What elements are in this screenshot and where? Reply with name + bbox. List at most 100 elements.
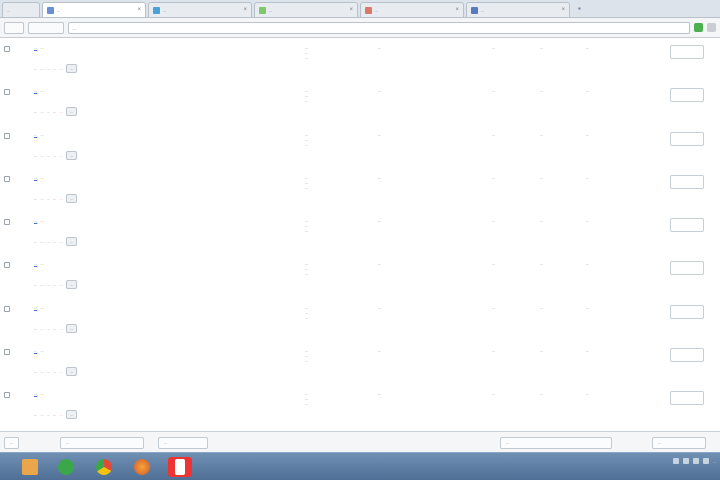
post-title-link[interactable]: ... <box>34 45 37 50</box>
browser-tab[interactable]: ... <box>2 2 40 17</box>
spam-button[interactable]: ... <box>65 150 78 160</box>
spam-button[interactable]: ... <box>65 367 78 377</box>
new-tab-icon[interactable]: ▪ <box>578 4 588 14</box>
volume-icon[interactable] <box>702 458 709 464</box>
view-link[interactable]: ... <box>40 153 43 158</box>
history-link[interactable]: ... <box>53 282 56 287</box>
post-title-link[interactable]: ... <box>34 261 37 266</box>
close-icon[interactable]: × <box>137 7 141 13</box>
spam-button[interactable]: ... <box>65 237 78 247</box>
edit-link[interactable]: ... <box>34 153 37 158</box>
row-input[interactable] <box>670 391 704 406</box>
row-input[interactable] <box>670 45 704 59</box>
spam-button[interactable]: ... <box>65 107 78 117</box>
post-title-link[interactable]: ... <box>34 175 37 180</box>
edit-link[interactable]: ... <box>34 66 37 71</box>
spam-button[interactable]: ... <box>65 193 78 203</box>
delete-link[interactable]: ... <box>59 239 62 244</box>
extension-icon[interactable] <box>694 23 703 32</box>
close-icon[interactable]: × <box>455 7 459 13</box>
row-checkbox[interactable] <box>4 132 10 139</box>
approve-link[interactable]: ... <box>47 412 50 417</box>
tray-icon[interactable] <box>682 458 689 464</box>
post-title-link[interactable]: ... <box>34 305 37 310</box>
post-title-link[interactable]: ... <box>34 218 37 223</box>
row-checkbox[interactable] <box>4 349 10 356</box>
spam-button[interactable]: ... <box>65 323 78 333</box>
chrome-icon[interactable] <box>92 457 116 477</box>
delete-link[interactable]: ... <box>59 109 62 114</box>
tray-icon[interactable] <box>672 458 679 464</box>
row-checkbox[interactable] <box>4 305 10 312</box>
view-link[interactable]: ... <box>40 196 43 201</box>
delete-link[interactable]: ... <box>59 326 62 331</box>
windows-explorer-icon[interactable] <box>18 457 42 477</box>
edit-link[interactable]: ... <box>34 369 37 374</box>
edit-link[interactable]: ... <box>34 326 37 331</box>
history-link[interactable]: ... <box>53 109 56 114</box>
approve-link[interactable]: ... <box>47 369 50 374</box>
approve-link[interactable]: ... <box>47 196 50 201</box>
row-checkbox[interactable] <box>4 89 10 96</box>
select-all-button[interactable]: ... <box>4 437 20 449</box>
history-link[interactable]: ... <box>53 239 56 244</box>
approve-link[interactable]: ... <box>47 66 50 71</box>
post-title-link[interactable]: ... <box>34 391 37 396</box>
approve-link[interactable]: ... <box>47 109 50 114</box>
row-checkbox[interactable] <box>4 219 10 226</box>
filter-button[interactable]: ... <box>500 437 612 449</box>
browser-tab[interactable]: ... × <box>148 2 252 17</box>
approve-link[interactable]: ... <box>47 239 50 244</box>
edit-link[interactable]: ... <box>34 196 37 201</box>
forward-button[interactable] <box>28 21 64 34</box>
network-icon[interactable] <box>692 458 699 464</box>
row-checkbox[interactable] <box>4 262 10 269</box>
view-link[interactable]: ... <box>40 239 43 244</box>
delete-link[interactable]: ... <box>59 369 62 374</box>
bulk-action-select[interactable]: ... <box>60 437 144 449</box>
edit-link[interactable]: ... <box>34 282 37 287</box>
history-link[interactable]: ... <box>53 369 56 374</box>
row-input[interactable] <box>670 348 704 363</box>
view-link[interactable]: ... <box>40 412 43 417</box>
yandex-icon[interactable] <box>168 457 192 477</box>
row-checkbox[interactable] <box>4 175 10 182</box>
close-icon[interactable]: × <box>349 7 353 13</box>
post-title-link[interactable]: ... <box>34 88 37 93</box>
history-link[interactable]: ... <box>53 326 56 331</box>
row-input[interactable] <box>670 174 704 189</box>
back-button[interactable] <box>4 21 24 34</box>
menu-icon[interactable] <box>707 23 716 32</box>
row-checkbox[interactable] <box>4 392 10 399</box>
history-link[interactable]: ... <box>53 66 56 71</box>
browser-tab[interactable]: ... × <box>360 2 464 17</box>
delete-link[interactable]: ... <box>59 153 62 158</box>
spam-button[interactable]: ... <box>65 410 78 420</box>
next-page-button[interactable]: ... <box>652 437 706 449</box>
edit-link[interactable]: ... <box>34 239 37 244</box>
row-input[interactable] <box>670 131 704 146</box>
browser-tab[interactable]: ... × <box>466 2 570 17</box>
browser-tab[interactable]: ... × <box>254 2 358 17</box>
approve-link[interactable]: ... <box>47 153 50 158</box>
green-app-icon[interactable] <box>54 457 78 477</box>
row-input[interactable] <box>670 88 704 103</box>
url-field[interactable]: ... <box>68 21 690 34</box>
row-input[interactable] <box>670 304 704 319</box>
close-icon[interactable]: × <box>561 7 565 13</box>
post-title-link[interactable]: ... <box>34 348 37 353</box>
approve-link[interactable]: ... <box>47 282 50 287</box>
spam-button[interactable]: ... <box>65 280 78 290</box>
delete-link[interactable]: ... <box>59 66 62 71</box>
row-input[interactable] <box>670 218 704 233</box>
view-link[interactable]: ... <box>40 282 43 287</box>
post-title-link[interactable]: ... <box>34 132 37 137</box>
view-link[interactable]: ... <box>40 326 43 331</box>
row-input[interactable] <box>670 261 704 276</box>
close-icon[interactable]: × <box>243 7 247 13</box>
delete-link[interactable]: ... <box>59 412 62 417</box>
edit-link[interactable]: ... <box>34 412 37 417</box>
approve-link[interactable]: ... <box>47 326 50 331</box>
view-link[interactable]: ... <box>40 369 43 374</box>
firefox-icon[interactable] <box>130 457 154 477</box>
